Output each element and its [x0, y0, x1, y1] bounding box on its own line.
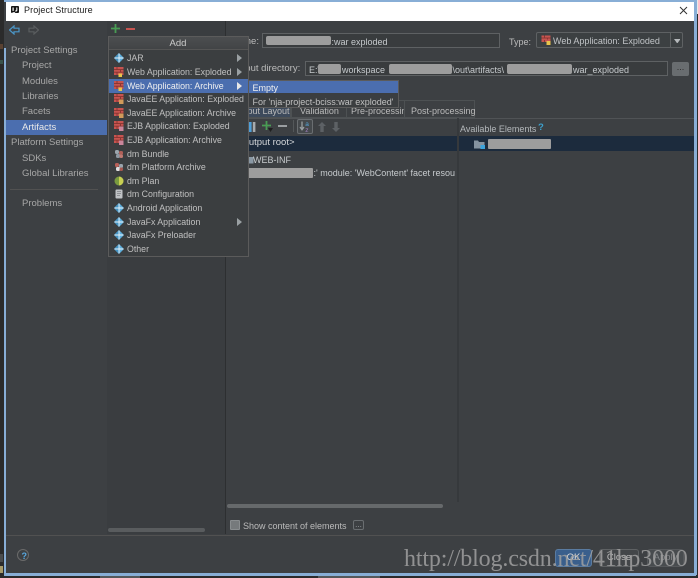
svg-text:z: z	[305, 127, 308, 132]
